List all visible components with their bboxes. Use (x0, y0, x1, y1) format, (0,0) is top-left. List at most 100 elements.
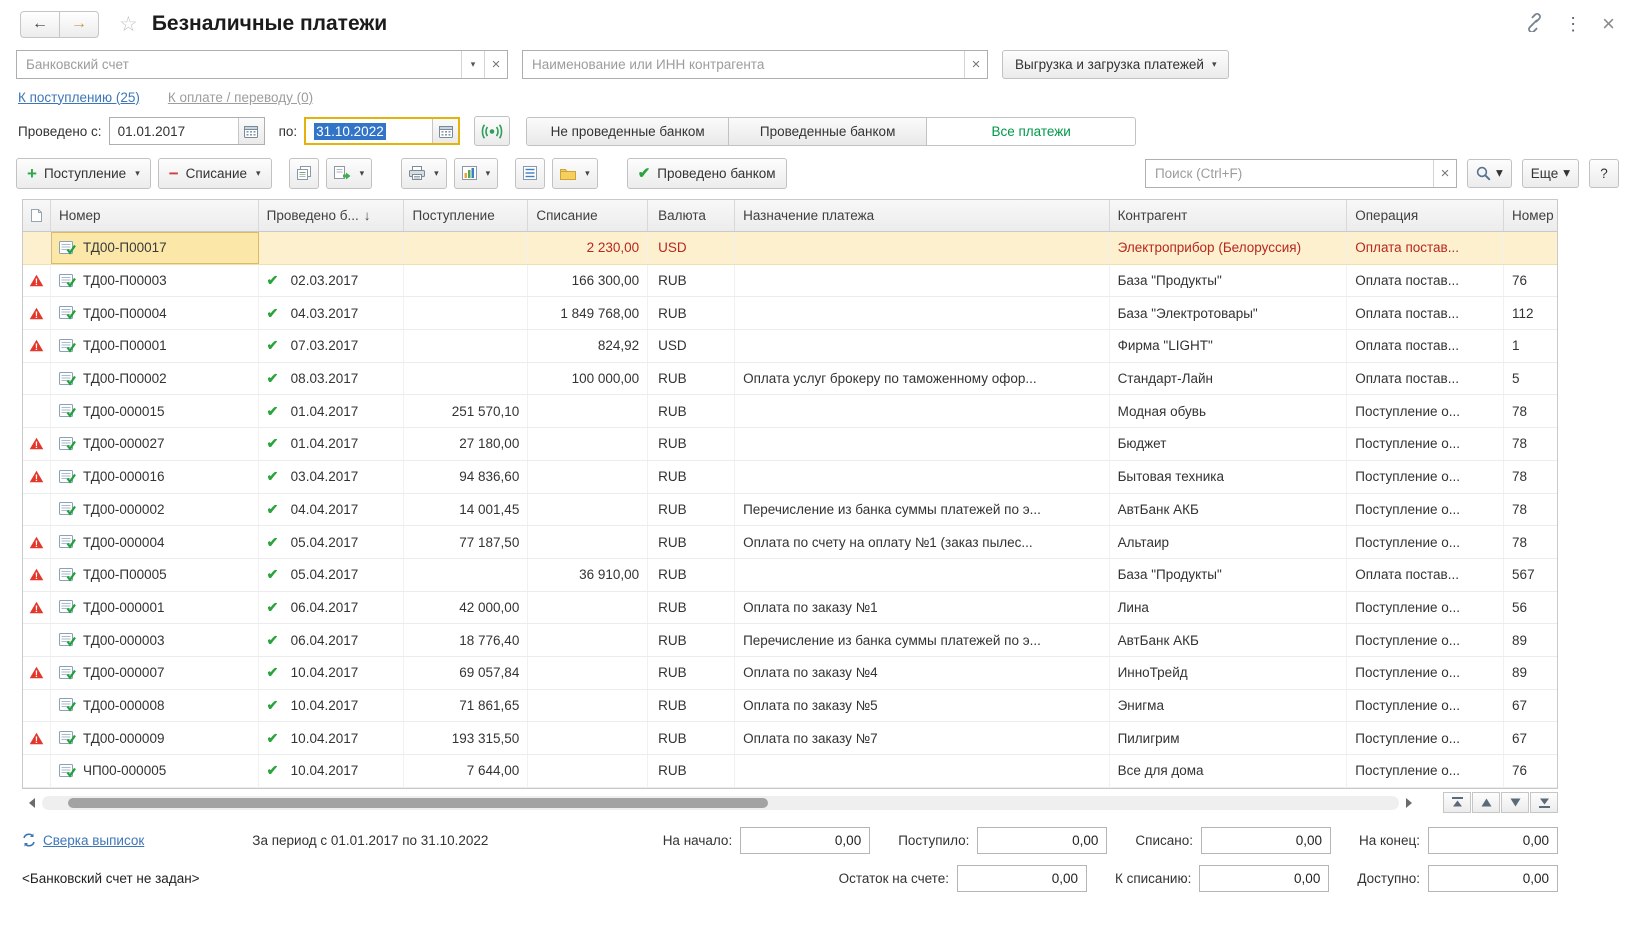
balance-available-value[interactable]: 0,00 (1428, 865, 1558, 892)
column-currency[interactable]: Валюта (648, 200, 735, 231)
go-to-top-button[interactable] (1443, 792, 1471, 813)
copy-document-button[interactable] (289, 158, 319, 189)
document-register-button[interactable] (515, 158, 545, 189)
document-icon (59, 633, 76, 647)
reconcile-statements-link[interactable]: Сверка выписок (22, 833, 144, 848)
table-row[interactable]: !ТД00-П00001✔07.03.2017824,92USDФирма "L… (23, 330, 1557, 363)
more-menu-icon[interactable]: ⋮ (1564, 15, 1582, 33)
counterparty-input[interactable] (523, 51, 964, 78)
table-row[interactable]: !ТД00-000016✔03.04.201794 836,60RUBБытов… (23, 461, 1557, 494)
search-button[interactable]: ▾ (1467, 159, 1512, 188)
row-counterparty-cell: Энигма (1110, 690, 1348, 722)
total-received-value[interactable]: 0,00 (977, 827, 1107, 854)
table-row[interactable]: !ТД00-П00003✔02.03.2017166 300,00RUBБаза… (23, 265, 1557, 298)
table-row[interactable]: ТД00-000015✔01.04.2017251 570,10RUBМодна… (23, 395, 1557, 428)
bank-account-dropdown-button[interactable]: ▾ (461, 51, 484, 78)
document-status-icon (31, 209, 42, 222)
period-settings-button[interactable] (474, 116, 510, 146)
column-receipt[interactable]: Поступление (404, 200, 528, 231)
column-number[interactable]: Номер (51, 200, 259, 231)
warning-icon: ! (29, 339, 44, 352)
sort-desc-icon: ↓ (364, 208, 371, 223)
scroll-right-button[interactable] (1399, 794, 1419, 812)
table-row[interactable]: !ТД00-000009✔10.04.2017193 315,50RUBОпла… (23, 722, 1557, 755)
reports-button[interactable]: ▾ (454, 158, 499, 189)
table-row[interactable]: ТД00-П000172 230,00USDЭлектроприбор (Бел… (23, 232, 1557, 265)
column-counterparty[interactable]: Контрагент (1110, 200, 1348, 231)
folder-icon (560, 167, 576, 180)
column-posted-date[interactable]: Проведено б...↓ (259, 200, 405, 231)
go-to-bottom-button[interactable] (1530, 792, 1558, 813)
bank-account-input[interactable] (17, 51, 461, 78)
close-icon[interactable]: × (1602, 13, 1615, 35)
calendar-icon[interactable] (238, 118, 264, 144)
counterparty-field: × (522, 50, 988, 79)
total-closing-value[interactable]: 0,00 (1428, 827, 1558, 854)
date-from-field: 01.01.2017 (109, 117, 265, 145)
hscrollbar-thumb[interactable] (68, 798, 768, 808)
hscrollbar-track[interactable] (42, 796, 1399, 810)
column-doc-number[interactable]: Номер (1504, 200, 1557, 231)
row-purpose-cell: Оплата по счету на оплату №1 (заказ пыле… (735, 526, 1109, 558)
table-row[interactable]: ЧП00-000005✔10.04.20177 644,00RUBВсе для… (23, 755, 1557, 788)
page-down-button[interactable] (1501, 792, 1529, 813)
link-to-payment[interactable]: К оплате / переводу (0) (168, 90, 313, 105)
table-row[interactable]: !ТД00-000004✔05.04.201777 187,50RUBОплат… (23, 526, 1557, 559)
help-button[interactable]: ? (1589, 159, 1619, 188)
document-icon (59, 339, 76, 353)
edo-button[interactable]: ▾ (552, 158, 598, 189)
tab-posted-by-bank[interactable]: Проведенные банком (729, 118, 927, 145)
column-operation[interactable]: Операция (1347, 200, 1504, 231)
row-receipt-cell: 69 057,84 (404, 657, 528, 689)
back-button[interactable]: ← (20, 11, 60, 38)
table-row[interactable]: !ТД00-000001✔06.04.201742 000,00RUBОплат… (23, 592, 1557, 625)
get-link-icon[interactable] (1525, 13, 1544, 35)
total-opening: На начало: 0,00 (663, 827, 871, 854)
balance-on-account-value[interactable]: 0,00 (957, 865, 1087, 892)
total-opening-value[interactable]: 0,00 (740, 827, 870, 854)
upload-download-button[interactable]: Выгрузка и загрузка платежей ▾ (1002, 50, 1229, 79)
tab-not-posted-by-bank[interactable]: Не проведенные банком (527, 118, 729, 145)
posted-by-bank-button[interactable]: ✔ Проведено банком (627, 158, 787, 189)
favorite-star-icon[interactable]: ☆ (119, 12, 138, 37)
row-purpose-cell (735, 395, 1109, 427)
scroll-left-button[interactable] (22, 794, 42, 812)
date-to-input[interactable]: 31.10.2022 (306, 119, 432, 143)
link-to-receipt[interactable]: К поступлению (25) (18, 90, 140, 105)
document-icon (59, 568, 76, 582)
column-status[interactable] (23, 200, 51, 231)
more-button[interactable]: Еще ▾ (1522, 159, 1579, 188)
table-row[interactable]: ТД00-000003✔06.04.201718 776,40RUBПеречи… (23, 624, 1557, 657)
arrow-up-icon (1481, 798, 1492, 807)
column-purpose[interactable]: Назначение платежа (735, 200, 1109, 231)
table-row[interactable]: !ТД00-П00005✔05.04.201736 910,00RUBБаза … (23, 559, 1557, 592)
column-writeoff[interactable]: Списание (528, 200, 648, 231)
warning-icon: ! (29, 666, 44, 679)
date-from-input[interactable]: 01.01.2017 (110, 118, 238, 144)
search-clear-button[interactable]: × (1433, 160, 1456, 187)
period-from-label: Проведено с: (18, 124, 102, 139)
tab-all-payments[interactable]: Все платежи (927, 118, 1135, 145)
print-button[interactable]: ▾ (401, 158, 447, 189)
calendar-icon[interactable] (432, 119, 458, 143)
row-number-cell: ТД00-П00017 (51, 232, 259, 264)
page-up-button[interactable] (1472, 792, 1500, 813)
search-input[interactable] (1146, 160, 1433, 187)
create-based-on-button[interactable]: ▾ (326, 158, 373, 189)
table-row[interactable]: ТД00-000008✔10.04.201771 861,65RUBОплата… (23, 690, 1557, 723)
forward-button[interactable]: → (59, 11, 99, 38)
table-row[interactable]: ТД00-000002✔04.04.201714 001,45RUBПеречи… (23, 494, 1557, 527)
row-currency-cell: RUB (648, 297, 735, 329)
posted-check-icon: ✔ (267, 435, 291, 452)
table-row[interactable]: ТД00-П00002✔08.03.2017100 000,00RUBОплат… (23, 363, 1557, 396)
table-row[interactable]: !ТД00-000027✔01.04.201727 180,00RUBБюдже… (23, 428, 1557, 461)
table-row[interactable]: !ТД00-П00004✔04.03.20171 849 768,00RUBБа… (23, 297, 1557, 330)
total-written-off-value[interactable]: 0,00 (1201, 827, 1331, 854)
row-number-cell: ТД00-000008 (51, 690, 259, 722)
balance-to-write-off-value[interactable]: 0,00 (1199, 865, 1329, 892)
counterparty-clear-button[interactable]: × (964, 51, 987, 78)
table-row[interactable]: !ТД00-000007✔10.04.201769 057,84RUBОплат… (23, 657, 1557, 690)
add-receipt-button[interactable]: + Поступление ▾ (16, 158, 151, 189)
bank-account-clear-button[interactable]: × (484, 51, 507, 78)
add-writeoff-button[interactable]: − Списание ▾ (158, 158, 272, 189)
